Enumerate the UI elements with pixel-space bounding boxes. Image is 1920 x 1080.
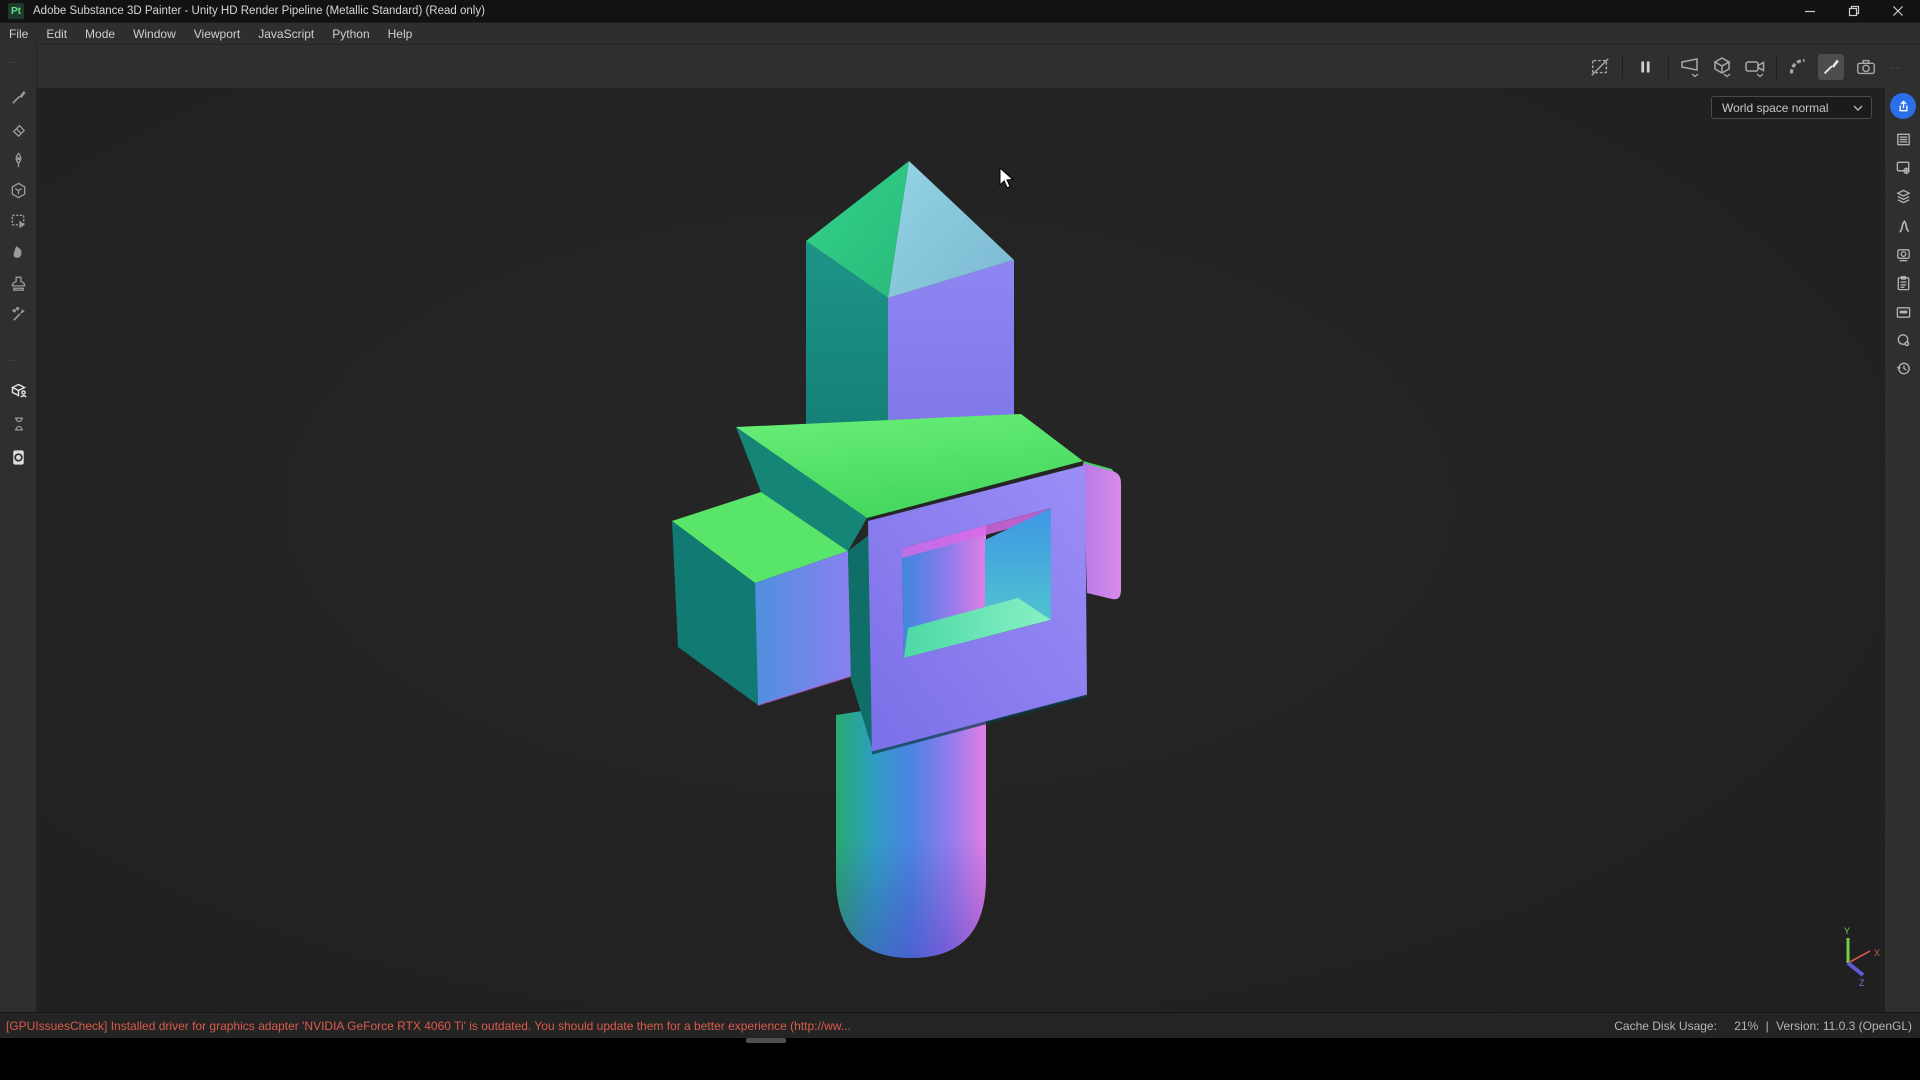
gpu-warning-text: [GPUIssuesCheck] Installed driver for gr… xyxy=(6,1019,851,1033)
menu-item-window[interactable]: Window xyxy=(124,23,185,45)
texture-set-list-panel[interactable] xyxy=(1891,127,1915,151)
main-toolbar: ┈┈ xyxy=(0,44,1920,88)
dock-sidebar xyxy=(1884,88,1920,1012)
smudge-tool[interactable] xyxy=(5,239,32,266)
camera-projection-icon[interactable] xyxy=(1742,54,1768,80)
perspective-view-icon[interactable] xyxy=(1677,54,1703,80)
properties-panel[interactable] xyxy=(1891,271,1915,295)
tools-dock-handle[interactable]: ┈┈ xyxy=(7,58,19,67)
polygon-fill-tool[interactable] xyxy=(5,177,32,204)
menu-item-python[interactable]: Python xyxy=(323,23,378,45)
menu-item-help[interactable]: Help xyxy=(379,23,422,45)
viewport-3d[interactable]: Y X Z World space normal xyxy=(37,88,1884,1012)
history-panel[interactable] xyxy=(1891,356,1915,380)
paint-tool[interactable] xyxy=(5,84,32,111)
export-button[interactable] xyxy=(1890,93,1916,119)
viewport-3d-model: Y X Z xyxy=(37,88,1884,1012)
axis-z-label: Z xyxy=(1859,978,1865,988)
disable-selection-icon[interactable] xyxy=(1587,54,1613,80)
layers-panel[interactable] xyxy=(1891,184,1915,208)
cache-disk-usage-label: Cache Disk Usage: xyxy=(1614,1019,1717,1033)
status-separator: | xyxy=(1766,1019,1769,1033)
axis-y-label: Y xyxy=(1844,926,1850,936)
chevron-down-icon xyxy=(1853,105,1863,111)
title-bar: Pt Adobe Substance 3D Painter - Unity HD… xyxy=(0,0,1920,22)
axis-x-label: X xyxy=(1874,948,1880,958)
cache-disk-usage-value: 21% xyxy=(1734,1019,1758,1033)
menu-item-mode[interactable]: Mode xyxy=(76,23,124,45)
minimize-button[interactable] xyxy=(1788,0,1832,22)
menu-bar: File Edit Mode Window Viewport JavaScrip… xyxy=(0,22,1920,44)
tools-sidebar: ┈┈ ┈┈ xyxy=(0,44,37,1012)
texture-set-settings-panel[interactable] xyxy=(1891,214,1915,238)
status-info: Cache Disk Usage: 21% | Version: 11.0.3 … xyxy=(1610,1019,1912,1033)
toolbar-dock-handle[interactable]: ┈┈ xyxy=(1890,64,1902,73)
plugins-dock-handle[interactable]: ┈┈ xyxy=(7,356,19,365)
resources-updater[interactable] xyxy=(5,444,32,471)
display-settings-panel[interactable] xyxy=(1891,155,1915,179)
shader-settings-panel[interactable] xyxy=(1891,328,1915,352)
menu-item-javascript[interactable]: JavaScript xyxy=(249,23,323,45)
channel-selector-value: World space normal xyxy=(1722,101,1829,115)
render-mode-icon[interactable] xyxy=(1853,54,1879,80)
bakers-panel[interactable] xyxy=(5,410,32,437)
status-bar: [GPUIssuesCheck] Installed driver for gr… xyxy=(0,1012,1920,1038)
log-scrollbar-thumb[interactable] xyxy=(746,1038,786,1043)
assets-panel[interactable] xyxy=(5,376,32,403)
clone-tool[interactable] xyxy=(5,270,32,297)
bake-textures-icon[interactable] xyxy=(1785,54,1811,80)
smart-selection-tool[interactable] xyxy=(5,208,32,235)
substance-painter-window: Pt Adobe Substance 3D Painter - Unity HD… xyxy=(0,0,1920,1080)
window-title: Adobe Substance 3D Painter - Unity HD Re… xyxy=(33,5,485,17)
menu-item-viewport[interactable]: Viewport xyxy=(185,23,249,45)
projection-tool[interactable] xyxy=(5,147,32,174)
assets-shelf-panel[interactable] xyxy=(1891,300,1915,324)
restore-button[interactable] xyxy=(1832,0,1876,22)
material-picker-tool[interactable] xyxy=(5,301,32,328)
geometry-decal-icon[interactable] xyxy=(1709,54,1735,80)
version-label: Version: 11.0.3 (OpenGL) xyxy=(1776,1019,1912,1033)
eraser-tool[interactable] xyxy=(5,116,32,143)
viewer-settings-panel[interactable] xyxy=(1891,242,1915,266)
close-button[interactable] xyxy=(1876,0,1920,22)
paint-mode-icon[interactable] xyxy=(1818,54,1844,80)
menu-item-file[interactable]: File xyxy=(0,23,37,45)
app-logo-icon: Pt xyxy=(8,3,24,19)
pause-engine-icon[interactable] xyxy=(1632,54,1658,80)
channel-selector-dropdown[interactable]: World space normal xyxy=(1711,96,1872,119)
menu-item-edit[interactable]: Edit xyxy=(37,23,76,45)
bottom-strip xyxy=(0,1038,1920,1080)
